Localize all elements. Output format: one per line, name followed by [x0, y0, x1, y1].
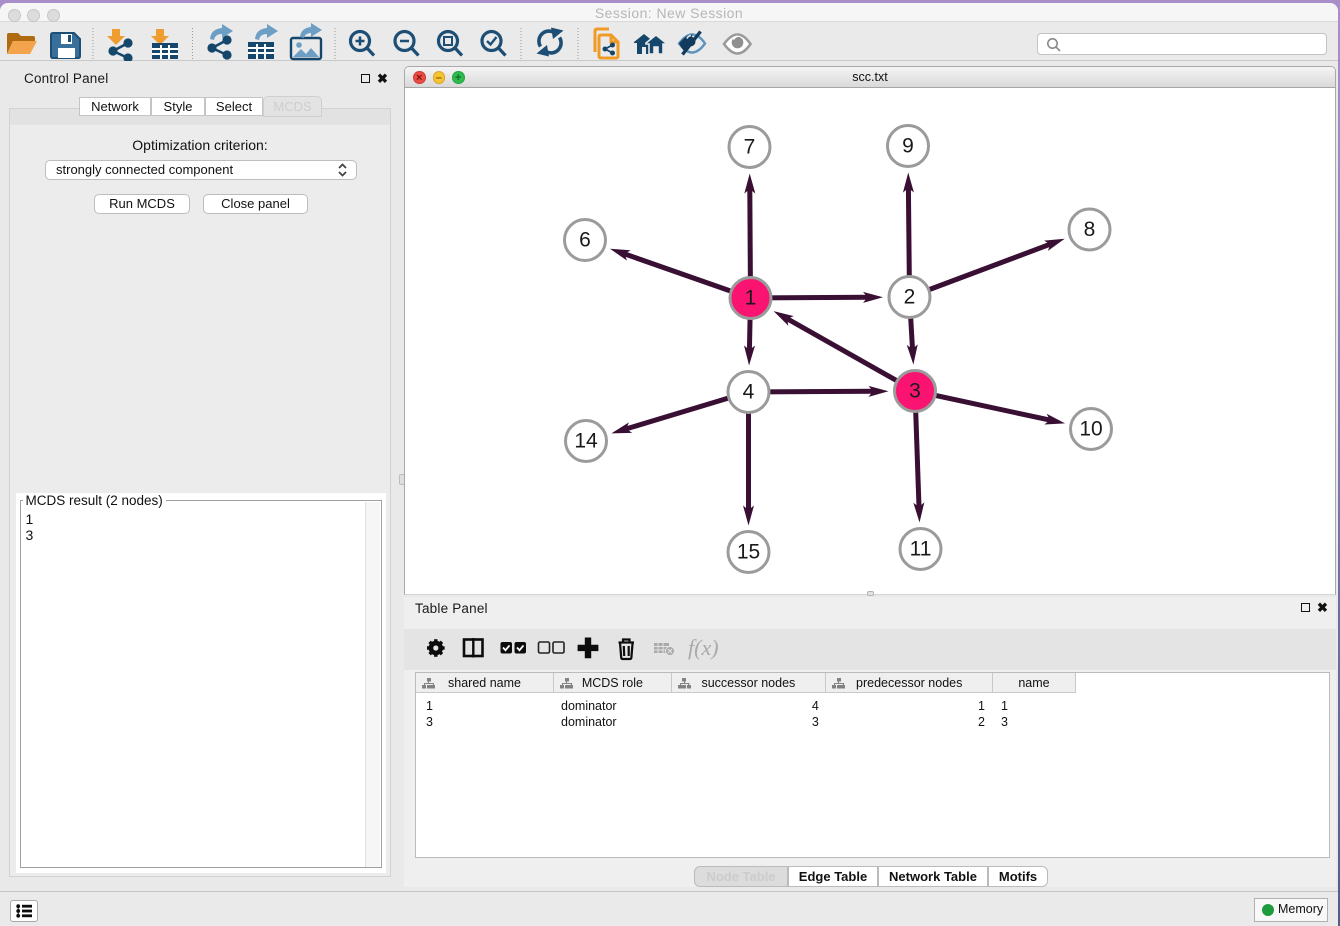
svg-text:6: 6	[579, 229, 591, 252]
svg-text:10: 10	[1079, 418, 1102, 441]
svg-text:14: 14	[574, 430, 598, 453]
svg-text:7: 7	[744, 136, 756, 159]
svg-text:8: 8	[1084, 218, 1096, 241]
svg-text:2: 2	[904, 286, 916, 309]
svg-text:15: 15	[737, 541, 760, 564]
svg-text:9: 9	[902, 135, 914, 158]
svg-text:f(x): f(x)	[688, 635, 719, 660]
svg-text:4: 4	[743, 381, 755, 404]
svg-text:1: 1	[745, 287, 757, 310]
svg-text:3: 3	[909, 380, 921, 403]
svg-text:11: 11	[910, 538, 932, 561]
